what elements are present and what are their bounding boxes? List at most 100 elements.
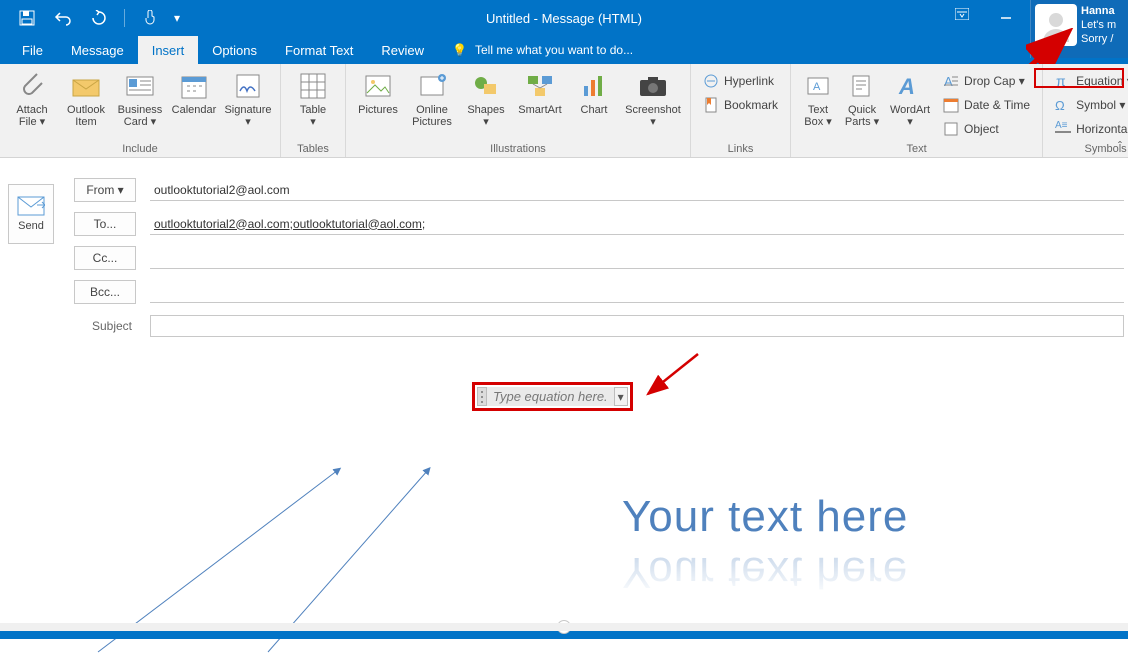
message-body[interactable]: Type equation here. ▾ Your text here You… xyxy=(8,352,1124,627)
tab-format-text[interactable]: Format Text xyxy=(271,36,367,64)
tab-message[interactable]: Message xyxy=(57,36,138,64)
date-time-button[interactable]: Date & Time xyxy=(937,94,1036,116)
svg-text:A: A xyxy=(813,81,821,93)
hline-icon: A≡ xyxy=(1055,121,1071,137)
send-label: Send xyxy=(18,220,44,232)
horizontal-line-button[interactable]: A≡ Horizontal Line xyxy=(1049,118,1128,140)
object-icon xyxy=(943,121,959,137)
collapse-ribbon-button[interactable]: ˆ xyxy=(1118,139,1122,153)
symbol-button[interactable]: Ω Symbol ▾ xyxy=(1049,94,1128,116)
chart-icon xyxy=(578,70,610,102)
pictures-button[interactable]: Pictures xyxy=(352,68,404,118)
wordart-button[interactable]: A WordArt ▾ xyxy=(885,68,935,130)
omega-icon: Ω xyxy=(1055,97,1071,113)
equation-placeholder-text[interactable]: Type equation here. xyxy=(487,387,614,406)
outlook-item-button[interactable]: Outlook Item xyxy=(60,68,112,130)
cc-button[interactable]: Cc... xyxy=(74,246,136,270)
user-line-1: Let's m xyxy=(1081,18,1116,32)
svg-text:A: A xyxy=(898,74,915,98)
table-icon xyxy=(297,70,329,102)
group-caption-links: Links xyxy=(697,141,784,157)
business-card-button[interactable]: Business Card ▾ xyxy=(114,68,166,130)
pi-icon: π xyxy=(1055,73,1071,89)
subject-field[interactable] xyxy=(150,315,1124,337)
scroll-thumb[interactable] xyxy=(557,620,571,634)
group-text: A Text Box ▾ Quick Parts ▾ A WordArt ▾ A… xyxy=(791,64,1043,157)
wordart-reflection: Your text here xyxy=(622,547,908,597)
attach-file-button[interactable]: Attach File ▾ xyxy=(6,68,58,130)
svg-text:π: π xyxy=(1056,73,1066,89)
equation-dropdown[interactable]: ▾ xyxy=(614,387,628,406)
ribbon-tabs: File Message Insert Options Format Text … xyxy=(0,36,1128,64)
to-field[interactable]: outlooktutorial2@aol.com; outlooktutoria… xyxy=(150,213,1124,235)
wordart-icon: A xyxy=(894,70,926,102)
text-box-button[interactable]: A Text Box ▾ xyxy=(797,68,839,130)
tab-file[interactable]: File xyxy=(8,36,57,64)
tell-me-search[interactable]: 💡 Tell me what you want to do... xyxy=(438,36,647,64)
group-tables: Table ▾ Tables xyxy=(281,64,346,157)
equation-grip-handle[interactable] xyxy=(477,387,487,406)
equation-placeholder-box[interactable]: Type equation here. ▾ xyxy=(472,382,633,411)
hyperlink-button[interactable]: Hyperlink xyxy=(697,70,784,92)
bcc-field[interactable] xyxy=(150,281,1124,303)
calendar-button[interactable]: Calendar xyxy=(168,68,220,118)
from-field[interactable]: outlooktutorial2@aol.com xyxy=(150,179,1124,201)
group-caption-include: Include xyxy=(6,141,274,157)
user-avatar-icon xyxy=(1035,4,1077,46)
annotation-arrow-equation xyxy=(644,352,704,398)
user-panel[interactable]: Hanna Let's m Sorry / xyxy=(1030,0,1128,58)
wordart-object[interactable]: Your text here xyxy=(622,492,908,542)
signature-button[interactable]: Signature ▾ xyxy=(222,68,274,130)
smartart-button[interactable]: SmartArt xyxy=(514,68,566,118)
drop-cap-button[interactable]: A Drop Cap ▾ xyxy=(937,70,1036,92)
touch-mode-button[interactable] xyxy=(133,4,167,32)
send-button[interactable]: Send xyxy=(8,184,54,244)
to-address-1[interactable]: outlooktutorial2@aol.com xyxy=(154,217,290,231)
object-button[interactable]: Object xyxy=(937,118,1036,140)
bcc-button[interactable]: Bcc... xyxy=(74,280,136,304)
horizontal-scrollbar[interactable] xyxy=(0,631,1128,639)
picture-icon xyxy=(362,70,394,102)
svg-text:A≡: A≡ xyxy=(1055,121,1068,131)
cc-field[interactable] xyxy=(150,247,1124,269)
shapes-icon xyxy=(470,70,502,102)
calendar-icon xyxy=(178,70,210,102)
minimize-button[interactable] xyxy=(984,0,1028,28)
equation-button[interactable]: π Equation ▾ xyxy=(1049,70,1128,92)
group-caption-text: Text xyxy=(797,141,1036,157)
paperclip-icon xyxy=(16,70,48,102)
tab-review[interactable]: Review xyxy=(367,36,438,64)
user-line-2: Sorry / xyxy=(1081,32,1116,46)
chart-button[interactable]: Chart xyxy=(568,68,620,118)
subject-label: Subject xyxy=(74,314,136,338)
title-bar: ▾ Untitled - Message (HTML) Hanna Let's … xyxy=(0,0,1128,36)
from-value: outlooktutorial2@aol.com xyxy=(154,183,290,197)
screenshot-button[interactable]: Screenshot ▾ xyxy=(622,68,684,130)
qat-more-button[interactable]: ▾ xyxy=(169,4,185,32)
group-symbols: π Equation ▾ Ω Symbol ▾ A≡ Horizontal Li… xyxy=(1043,64,1128,157)
from-button[interactable]: From ▾ xyxy=(74,178,136,202)
table-button[interactable]: Table ▾ xyxy=(287,68,339,130)
to-address-2[interactable]: outlooktutorial@aol.com xyxy=(293,217,422,231)
group-illustrations: Pictures Online Pictures Shapes ▾ SmartA… xyxy=(346,64,691,157)
undo-button[interactable] xyxy=(46,4,80,32)
tell-me-placeholder: Tell me what you want to do... xyxy=(475,43,633,57)
quick-parts-button[interactable]: Quick Parts ▾ xyxy=(841,68,883,130)
redo-button[interactable] xyxy=(82,4,116,32)
mail-item-icon xyxy=(70,70,102,102)
textbox-icon: A xyxy=(802,70,834,102)
to-button[interactable]: To... xyxy=(74,212,136,236)
save-button[interactable] xyxy=(10,4,44,32)
shapes-button[interactable]: Shapes ▾ xyxy=(460,68,512,130)
online-picture-icon xyxy=(416,70,448,102)
online-pictures-button[interactable]: Online Pictures xyxy=(406,68,458,130)
tab-options[interactable]: Options xyxy=(198,36,271,64)
bookmark-button[interactable]: Bookmark xyxy=(697,94,784,116)
ribbon-display-options-button[interactable] xyxy=(940,0,984,28)
user-name: Hanna xyxy=(1081,4,1116,18)
quickparts-icon xyxy=(846,70,878,102)
tab-insert[interactable]: Insert xyxy=(138,36,199,64)
lightbulb-icon: 💡 xyxy=(452,43,467,57)
group-caption-symbols: Symbols xyxy=(1049,141,1128,157)
dropcap-icon: A xyxy=(943,73,959,89)
